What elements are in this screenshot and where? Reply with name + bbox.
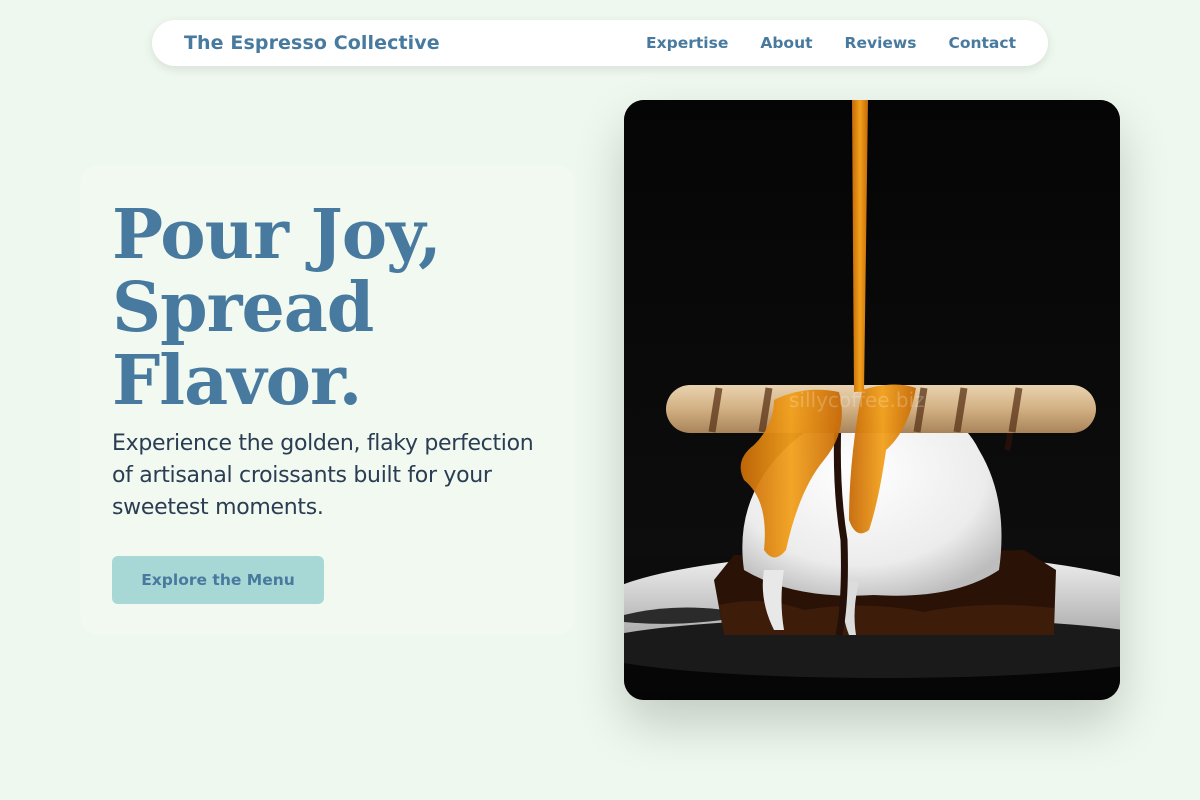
headline-line: Pour Joy,: [112, 195, 442, 275]
hero-subtitle: Experience the golden, flaky perfection …: [112, 431, 534, 520]
nav-link-reviews[interactable]: Reviews: [845, 34, 917, 52]
nav-link-contact[interactable]: Contact: [948, 34, 1016, 52]
explore-menu-button[interactable]: Explore the Menu: [112, 556, 324, 604]
hero-dessert-image: sillycoffee.biz: [624, 100, 1120, 700]
headline-line: Flavor.: [112, 341, 362, 421]
svg-text:sillycoffee.biz: sillycoffee.biz: [789, 388, 925, 412]
nav-links: Expertise About Reviews Contact: [646, 34, 1016, 52]
nav-link-expertise[interactable]: Expertise: [646, 34, 728, 52]
nav-link-about[interactable]: About: [760, 34, 812, 52]
top-navbar: The Espresso Collective Expertise About …: [152, 20, 1048, 66]
brand-logo[interactable]: The Espresso Collective: [184, 32, 440, 54]
hero-headline: Pour Joy, Spread Flavor.: [112, 199, 582, 418]
headline-line: Spread: [112, 268, 374, 348]
